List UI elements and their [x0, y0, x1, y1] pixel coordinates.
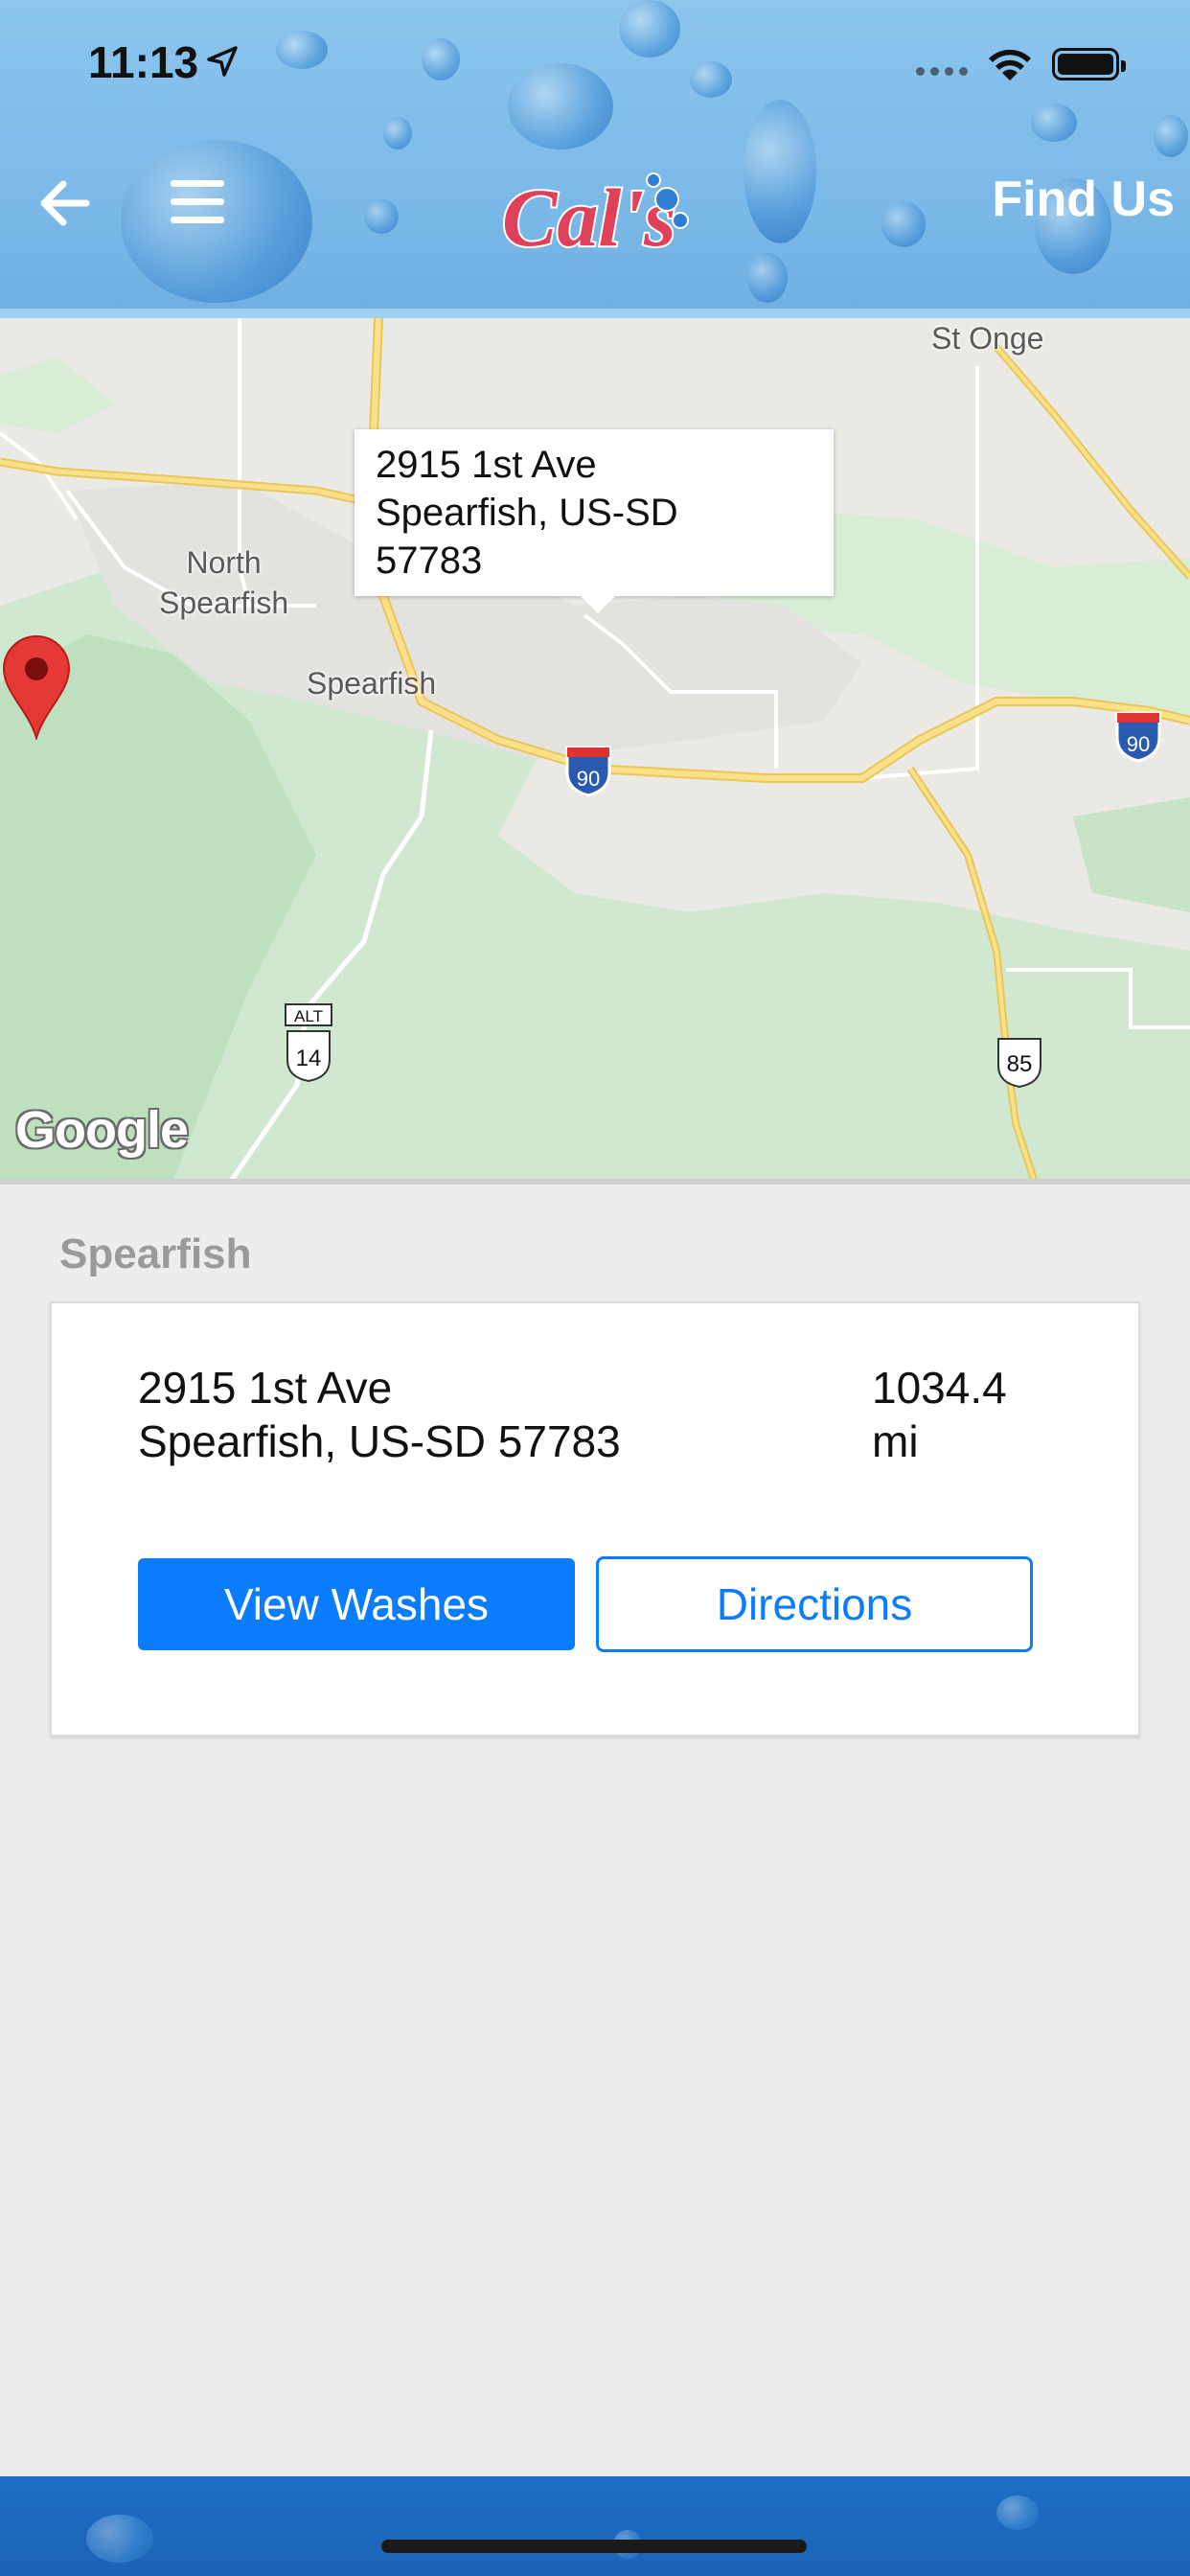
map-info-callout[interactable]: 2915 1st Ave Spearfish, US-SD 57783 — [355, 429, 834, 613]
view-washes-button[interactable]: View Washes — [138, 1558, 575, 1650]
shield-number: 85 — [1007, 1051, 1033, 1077]
wifi-icon — [989, 49, 1031, 80]
shield-number: 90 — [577, 767, 600, 791]
home-indicator[interactable] — [381, 2540, 807, 2553]
page-title: Find Us — [992, 172, 1175, 227]
distance-unit: mi — [872, 1416, 919, 1466]
map-label-line: Spearfish — [159, 586, 289, 620]
header-divider — [0, 309, 1190, 318]
interstate-90-shield: 90 — [1115, 711, 1161, 763]
callout-line-1: 2915 1st Ave — [376, 444, 597, 486]
shield-alt-text: ALT — [294, 1007, 323, 1025]
us-85-shield: 85 — [997, 1038, 1041, 1089]
water-drop-decoration — [996, 2496, 1039, 2530]
us-14-alt-shield: ALT 14 — [285, 1003, 332, 1083]
status-bar: 11:13 — [0, 0, 1190, 125]
interstate-90-shield: 90 — [565, 746, 611, 797]
water-drop-decoration — [86, 2515, 153, 2563]
map-label-north-spearfish: North Spearfish — [159, 542, 288, 623]
shield-number: 14 — [296, 1046, 322, 1071]
app-header: 11:13 Cal's Find Us — [0, 0, 1190, 318]
cals-logo: Cal's — [500, 170, 689, 265]
water-drop-decoration — [747, 253, 788, 303]
section-title: Spearfish — [59, 1230, 252, 1277]
map-view[interactable]: St Onge North Spearfish Spearfish 90 90 … — [0, 318, 1190, 1183]
distance-value: 1034.4 — [872, 1363, 1007, 1413]
hamburger-menu-icon[interactable] — [171, 180, 224, 226]
map-label-st-onge: St Onge — [931, 321, 1044, 356]
shield-number: 90 — [1127, 732, 1150, 756]
status-time: 11:13 — [88, 37, 199, 87]
google-attribution: Google — [15, 1101, 189, 1159]
water-drop-decoration — [364, 199, 399, 234]
cellular-signal-icon — [916, 63, 973, 80]
location-card: 2915 1st Ave Spearfish, US-SD 57783 1034… — [50, 1301, 1140, 1736]
water-drop-decoration — [881, 201, 926, 247]
map-label-spearfish: Spearfish — [307, 666, 437, 701]
battery-icon — [1052, 48, 1126, 80]
location-address: 2915 1st Ave Spearfish, US-SD 57783 — [138, 1361, 621, 1468]
address-line-1: 2915 1st Ave — [138, 1363, 393, 1413]
location-distance: 1034.4 mi — [872, 1361, 1007, 1468]
back-arrow-icon[interactable] — [34, 172, 96, 234]
location-arrow-icon — [207, 46, 238, 77]
map-divider — [0, 1179, 1190, 1184]
map-label-line: North — [186, 545, 262, 580]
map-pin-icon[interactable] — [0, 634, 73, 740]
callout-line-3: 57783 — [376, 540, 483, 582]
directions-button[interactable]: Directions — [596, 1556, 1033, 1652]
footer-bar — [0, 2476, 1190, 2576]
callout-line-2: Spearfish, US-SD — [376, 492, 678, 534]
address-line-2: Spearfish, US-SD 57783 — [138, 1416, 621, 1466]
